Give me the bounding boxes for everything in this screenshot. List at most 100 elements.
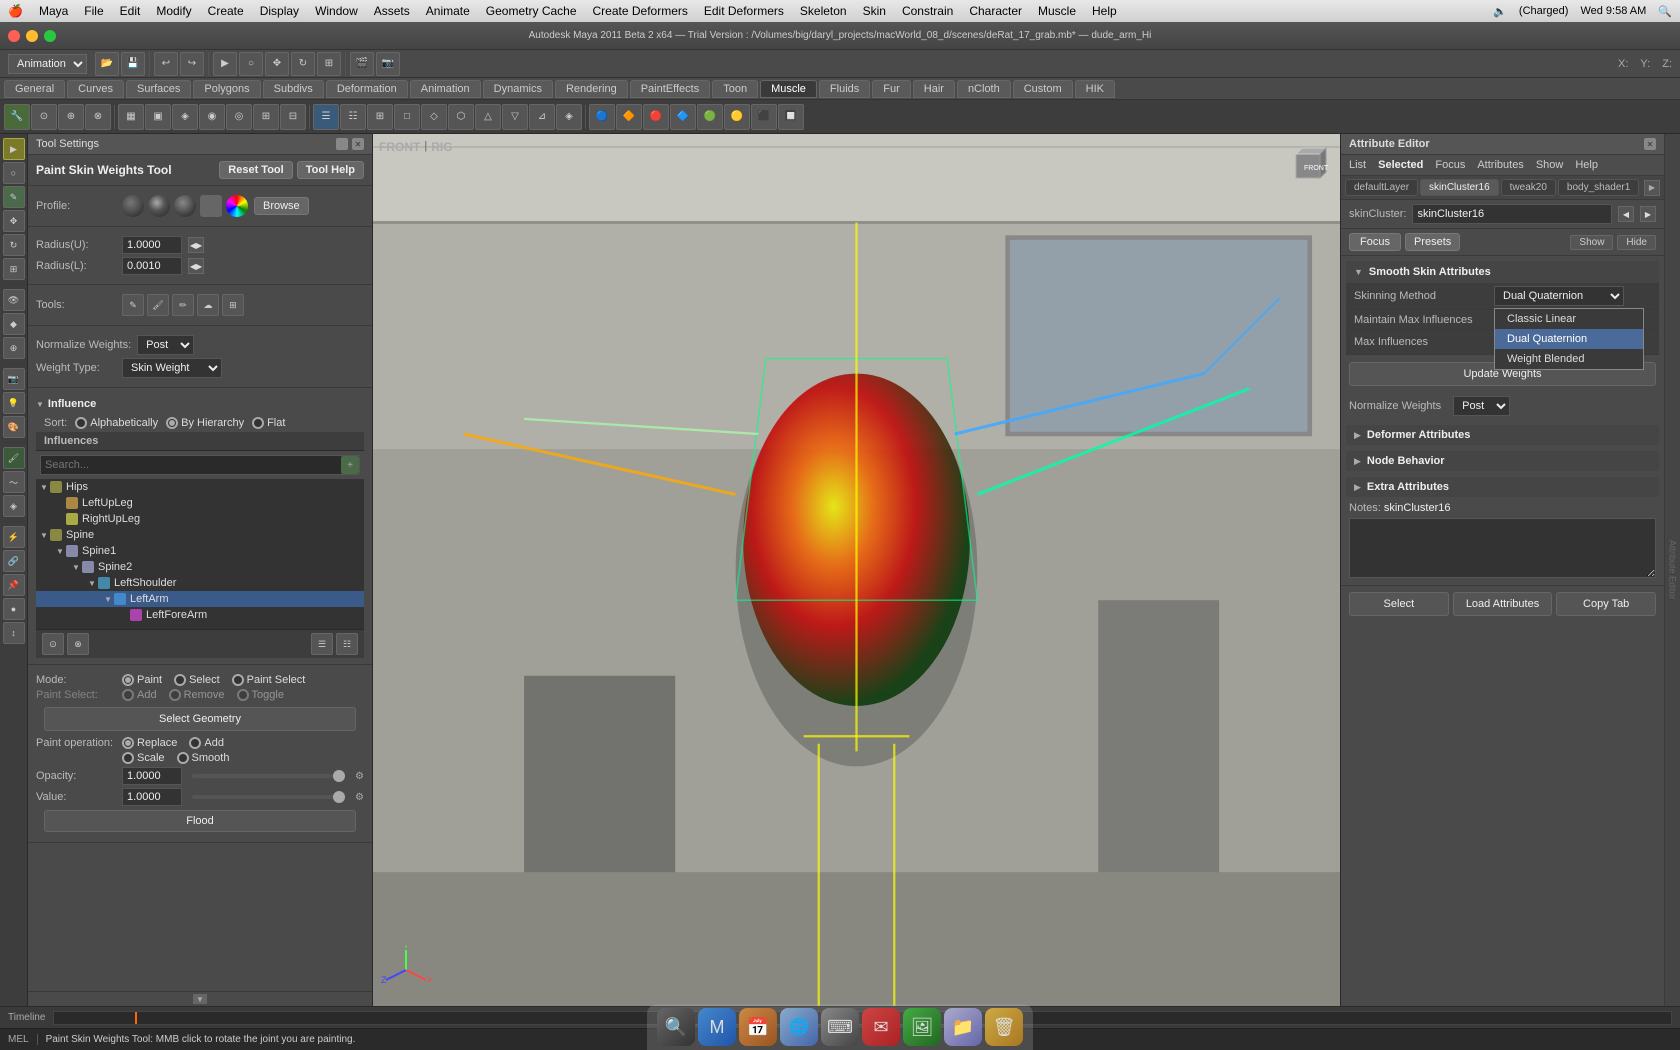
show-hide-tool[interactable]: 👁 bbox=[3, 289, 25, 311]
shelf-icon-14[interactable]: ⊞ bbox=[367, 104, 393, 130]
create-deformers-menu[interactable]: Create Deformers bbox=[593, 4, 688, 18]
file-menu[interactable]: File bbox=[84, 4, 103, 18]
lasso-icon[interactable]: ○ bbox=[239, 52, 263, 76]
maya-menu[interactable]: Maya bbox=[39, 4, 68, 18]
inf-btn-4[interactable]: ☷ bbox=[336, 633, 358, 655]
shelf-tab-surfaces[interactable]: Surfaces bbox=[126, 80, 191, 98]
skin-menu[interactable]: Skin bbox=[863, 4, 886, 18]
sort-flat[interactable]: Flat bbox=[252, 417, 285, 429]
normalize-weights-select[interactable]: Post Pre None bbox=[1453, 396, 1510, 416]
dock-mail[interactable]: ✉ bbox=[862, 1008, 900, 1046]
op-replace-opt[interactable]: Replace bbox=[122, 737, 177, 749]
maximize-button[interactable] bbox=[44, 30, 56, 42]
audio-icon[interactable]: 🔈 bbox=[1493, 5, 1507, 18]
spotlight-icon[interactable]: 🔍 bbox=[1658, 5, 1672, 18]
constrain-menu[interactable]: Constrain bbox=[902, 4, 953, 18]
shelf-icon-23[interactable]: 🔶 bbox=[616, 104, 642, 130]
tool-eraser[interactable]: ✏ bbox=[172, 294, 194, 316]
tool-smear[interactable]: ☁ bbox=[197, 294, 219, 316]
op-scale-radio[interactable] bbox=[122, 752, 134, 764]
add-influence-btn[interactable]: + bbox=[341, 456, 359, 474]
display-menu[interactable]: Display bbox=[260, 4, 299, 18]
notes-textarea[interactable] bbox=[1349, 518, 1656, 578]
shelf-tab-toon[interactable]: Toon bbox=[712, 80, 758, 98]
tool-settings-minimize[interactable] bbox=[336, 138, 348, 150]
attr-focus-menu[interactable]: Focus bbox=[1435, 159, 1465, 171]
radius-u-icon[interactable]: ◀▶ bbox=[188, 237, 204, 253]
dock-terminal[interactable]: ⌨ bbox=[821, 1008, 859, 1046]
scale-tool[interactable]: ⊞ bbox=[3, 258, 25, 280]
shelf-icon-1[interactable]: 🔧 bbox=[4, 104, 30, 130]
deformer-attrs-header[interactable]: ▶ Deformer Attributes bbox=[1345, 424, 1660, 446]
extra-attrs-header[interactable]: ▶ Extra Attributes bbox=[1345, 476, 1660, 498]
shelf-tab-ncloth[interactable]: nCloth bbox=[957, 80, 1011, 98]
ps-toggle-radio[interactable] bbox=[237, 689, 249, 701]
weight-type-select[interactable]: Skin Weight DQ Blend Weight bbox=[122, 358, 222, 378]
shelf-icon-20[interactable]: ⊿ bbox=[529, 104, 555, 130]
save-icon[interactable]: 💾 bbox=[121, 52, 145, 76]
mode-select-radio[interactable] bbox=[174, 674, 186, 686]
shelf-icon-24[interactable]: 🔴 bbox=[643, 104, 669, 130]
open-file-icon[interactable]: 📂 bbox=[95, 52, 119, 76]
window-menu[interactable]: Window bbox=[315, 4, 358, 18]
shelf-icon-6[interactable]: ▣ bbox=[145, 104, 171, 130]
tree-arrow-leftarm[interactable]: ▼ bbox=[104, 595, 114, 604]
attr-attributes-menu[interactable]: Attributes bbox=[1477, 159, 1523, 171]
snap-tool[interactable]: ⊕ bbox=[3, 337, 25, 359]
rotate-tool[interactable]: ↻ bbox=[3, 234, 25, 256]
minimize-button[interactable] bbox=[26, 30, 38, 42]
shelf-tab-painteffects[interactable]: PaintEffects bbox=[630, 80, 711, 98]
rivet-tool[interactable]: 📌 bbox=[3, 574, 25, 596]
tool-help-btn[interactable]: Tool Help bbox=[297, 161, 364, 179]
component-tool[interactable]: ◆ bbox=[3, 313, 25, 335]
attr-tab-bodyshader[interactable]: body_shader1 bbox=[1558, 179, 1639, 196]
shelf-icon-8[interactable]: ◉ bbox=[199, 104, 225, 130]
dock-chrome[interactable]: 🌐 bbox=[780, 1008, 818, 1046]
ps-add-radio[interactable] bbox=[122, 689, 134, 701]
profile-medium[interactable] bbox=[174, 195, 196, 217]
sort-alpha-radio[interactable] bbox=[75, 417, 87, 429]
shelf-icon-16[interactable]: ◇ bbox=[421, 104, 447, 130]
tree-item-leftshoulder[interactable]: ▼ LeftShoulder bbox=[36, 575, 364, 591]
scroll-down-arrow[interactable]: ▼ bbox=[193, 994, 207, 1004]
shelf-icon-22[interactable]: 🔵 bbox=[589, 104, 615, 130]
attr-selected-menu[interactable]: Selected bbox=[1378, 159, 1423, 171]
focus-btn[interactable]: Focus bbox=[1349, 233, 1401, 251]
attr-tab-tweak[interactable]: tweak20 bbox=[1501, 179, 1556, 196]
attr-editor-close[interactable]: ✕ bbox=[1644, 138, 1656, 150]
shelf-tab-subdivs[interactable]: Subdivs bbox=[263, 80, 324, 98]
shelf-icon-18[interactable]: △ bbox=[475, 104, 501, 130]
shelf-tab-dynamics[interactable]: Dynamics bbox=[483, 80, 553, 98]
dock-trash[interactable]: 🗑 bbox=[985, 1008, 1023, 1046]
opacity-slider-thumb[interactable] bbox=[333, 770, 345, 782]
attr-select-btn[interactable]: Select bbox=[1349, 592, 1449, 616]
shelf-icon-12[interactable]: ☰ bbox=[313, 104, 339, 130]
attr-list-menu[interactable]: List bbox=[1349, 159, 1366, 171]
presets-btn[interactable]: Presets bbox=[1405, 233, 1460, 251]
value-settings[interactable]: ⚙ bbox=[355, 792, 364, 803]
attr-load-attrs-btn[interactable]: Load Attributes bbox=[1453, 592, 1553, 616]
op-add-radio[interactable] bbox=[189, 737, 201, 749]
edit-menu[interactable]: Edit bbox=[120, 4, 141, 18]
skinning-method-select[interactable]: Dual Quaternion Classic Linear Weight Bl… bbox=[1494, 286, 1624, 306]
move-icon[interactable]: ✥ bbox=[265, 52, 289, 76]
shelf-icon-11[interactable]: ⊟ bbox=[280, 104, 306, 130]
tree-item-rightupleg[interactable]: RightUpLeg bbox=[36, 511, 364, 527]
tree-item-spine[interactable]: ▼ Spine bbox=[36, 527, 364, 543]
tree-item-spine1[interactable]: ▼ Spine1 bbox=[36, 543, 364, 559]
shelf-icon-10[interactable]: ⊞ bbox=[253, 104, 279, 130]
weight-blended-option[interactable]: Weight Blended bbox=[1495, 349, 1643, 369]
profile-square[interactable] bbox=[200, 195, 222, 217]
shelf-tab-muscle[interactable]: Muscle bbox=[760, 80, 817, 98]
select-tool[interactable]: ▶ bbox=[3, 138, 25, 160]
inf-btn-2[interactable]: ⊗ bbox=[67, 633, 89, 655]
render-icon[interactable]: 🎬 bbox=[350, 52, 374, 76]
tree-arrow-spine1[interactable]: ▼ bbox=[56, 547, 66, 556]
apple-menu[interactable]: 🍎 bbox=[8, 4, 23, 18]
assets-menu[interactable]: Assets bbox=[374, 4, 410, 18]
mode-paint-select-radio[interactable] bbox=[232, 674, 244, 686]
tree-item-leftarm[interactable]: ▼ LeftArm bbox=[36, 591, 364, 607]
shelf-tab-polygons[interactable]: Polygons bbox=[193, 80, 260, 98]
tool-brush[interactable]: 🖌 bbox=[147, 294, 169, 316]
op-smooth-opt[interactable]: Smooth bbox=[177, 752, 230, 764]
